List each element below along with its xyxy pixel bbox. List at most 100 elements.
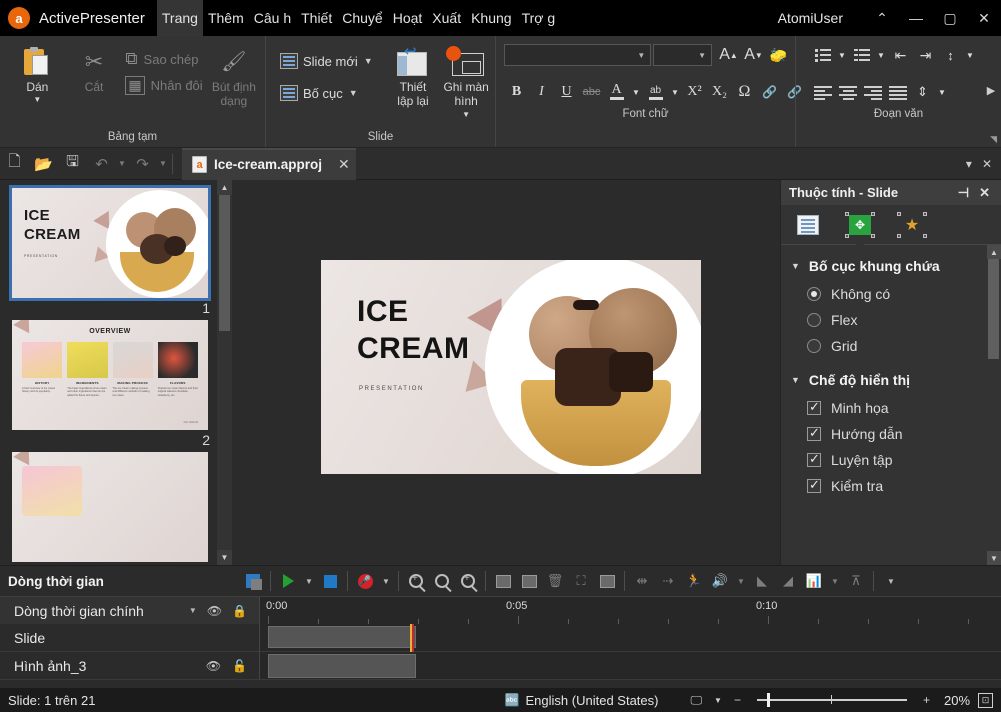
record-audio-button[interactable]: 🎤 — [352, 568, 378, 594]
delete-time-icon[interactable] — [516, 568, 542, 594]
canvas-title-text[interactable]: ICE CREAM — [357, 293, 470, 367]
menu-item-chuyen[interactable]: Chuyể — [337, 0, 387, 36]
numbered-list-dropdown-icon[interactable]: ▼ — [874, 43, 888, 68]
font-color-dropdown-icon[interactable]: ▼ — [629, 80, 643, 105]
collapse-triangle-icon[interactable]: ▼ — [791, 375, 800, 385]
lock-icon[interactable]: 🔒 — [232, 604, 259, 618]
checkbox-icon-checked[interactable] — [807, 451, 821, 467]
slide-thumbnail-3[interactable] — [12, 452, 208, 562]
fit-to-window-icon[interactable]: ⊡ — [978, 692, 993, 708]
font-name-dropdown-icon[interactable]: ▼ — [637, 51, 645, 60]
radio-option-grid[interactable]: Grid — [781, 333, 1001, 359]
fade-in-icon[interactable]: ◣ — [749, 568, 775, 594]
maximize-icon[interactable]: ▢ — [933, 0, 967, 36]
playhead-marker[interactable] — [410, 624, 414, 652]
timeline-ruler[interactable]: 0:00 0:05 0:10 — [260, 597, 1001, 624]
symbol-button[interactable]: Ω — [732, 80, 757, 105]
redo-dropdown-icon[interactable]: ▼ — [157, 151, 169, 177]
strikethrough-button[interactable]: abc — [579, 80, 604, 105]
slide-panel-scrollbar[interactable]: ▲ ▼ — [217, 180, 232, 565]
vertical-align-icon[interactable]: ⇕ — [910, 80, 935, 105]
slide-canvas[interactable]: ICE CREAM PRESENTATION — [321, 259, 701, 474]
radio-icon[interactable] — [807, 313, 821, 327]
radio-icon[interactable] — [807, 339, 821, 353]
menu-item-them[interactable]: Thêm — [203, 0, 249, 36]
grow-font-button[interactable]: A ▲ — [716, 43, 741, 68]
tab-size-and-position[interactable]: ✥ — [845, 211, 875, 247]
noise-reduction-icon[interactable]: ⊼ — [843, 568, 869, 594]
underline-button[interactable]: U — [554, 80, 579, 105]
canvas-ice-cream-image[interactable] — [485, 259, 701, 474]
pin-panel-icon[interactable]: ⊣ — [953, 185, 974, 201]
timeline-track[interactable] — [260, 652, 1001, 679]
scrollbar-thumb[interactable] — [219, 195, 230, 331]
zoom-in-icon[interactable]: + — [455, 568, 481, 594]
insert-link-icon[interactable]: 🔗 — [757, 80, 782, 105]
duplicate-button[interactable]: ▦ Nhân đôi — [121, 72, 206, 98]
slide-thumbnail-1[interactable]: ICE CREAM PRESENTATION — [9, 185, 211, 301]
line-spacing-dropdown-icon[interactable]: ▼ — [963, 43, 977, 68]
document-tab[interactable]: a Ice-cream.approj ✕ — [182, 147, 356, 180]
timeline-dropdown-icon[interactable]: ▼ — [189, 606, 207, 615]
volume-dropdown-icon[interactable]: ▼ — [733, 568, 749, 594]
spellcheck-icon[interactable]: 🔤 — [499, 693, 526, 707]
reset-button[interactable]: ↩ Thiết lập lại — [391, 40, 436, 108]
menu-item-thiet[interactable]: Thiết — [296, 0, 337, 36]
radio-option-khong-co[interactable]: Không có — [781, 281, 1001, 307]
highlight-button[interactable]: ab — [643, 80, 668, 105]
tab-slide-properties[interactable] — [793, 211, 823, 239]
timeline-track[interactable] — [260, 624, 1001, 652]
new-slide-button[interactable]: Slide mới ▼ — [276, 48, 377, 74]
timeline-clip-bar[interactable] — [268, 654, 416, 678]
undo-dropdown-icon[interactable]: ▼ — [116, 151, 128, 177]
timeline-row-image[interactable]: Hình ảnh_3 👁 🔓 — [0, 652, 1001, 680]
line-spacing-icon[interactable]: ↕ — [938, 43, 963, 68]
open-folder-icon[interactable]: 📂 — [29, 151, 58, 177]
cut-button[interactable]: ✂ Cắt — [69, 40, 120, 95]
checkbox-option-luyen-tap[interactable]: Luyện tập — [781, 447, 1001, 473]
view-mode-icon[interactable]: 🖵 — [684, 693, 708, 708]
slide-canvas-area[interactable]: ICE CREAM PRESENTATION — [232, 180, 780, 565]
checkbox-icon-checked[interactable] — [807, 425, 821, 441]
new-file-icon[interactable]: 🗋 — [0, 151, 29, 177]
scroll-down-icon[interactable]: ▼ — [217, 550, 232, 565]
normalize-icon[interactable]: 📊 — [801, 568, 827, 594]
slide-thumbnail-item[interactable] — [12, 452, 232, 562]
zoom-out-icon[interactable] — [429, 568, 455, 594]
unlock-icon[interactable]: 🔓 — [232, 659, 247, 673]
slide-thumbnail-panel[interactable]: ICE CREAM PRESENTATION 1 OVERVIEW HISTOR… — [0, 180, 232, 565]
scroll-down-icon[interactable]: ▼ — [987, 551, 1001, 565]
justify-button[interactable] — [885, 80, 910, 105]
menu-item-trang[interactable]: Trang — [156, 0, 203, 36]
fade-out-icon[interactable]: ◢ — [775, 568, 801, 594]
format-painter-button[interactable]: 🖌 Bút định dạng — [207, 40, 261, 108]
layout-dropdown-icon[interactable]: ▼ — [349, 88, 358, 98]
menu-item-khung[interactable]: Khung — [466, 0, 516, 36]
increase-indent-icon[interactable]: ⇥ — [913, 43, 938, 68]
align-right-button[interactable] — [860, 80, 885, 105]
delete-range-icon[interactable]: 🗑 — [542, 568, 568, 594]
clear-formatting-icon[interactable]: 🧽 — [766, 43, 791, 68]
slide-thumbnail-item[interactable]: OVERVIEW HISTORY A brief overview of ice… — [12, 320, 232, 448]
scroll-up-icon[interactable]: ▲ — [217, 180, 232, 195]
language-label[interactable]: English (United States) — [526, 693, 659, 708]
eye-visibility-icon[interactable]: 👁 — [207, 604, 232, 618]
document-tab-close-icon[interactable]: ✕ — [338, 156, 350, 173]
paste-dropdown-icon[interactable]: ▼ — [33, 96, 41, 104]
select-objects-icon[interactable] — [240, 568, 266, 594]
copy-button[interactable]: ⧉ Sao chép — [121, 46, 206, 72]
radio-icon-selected[interactable] — [807, 287, 821, 301]
normalize-dropdown-icon[interactable]: ▼ — [827, 568, 843, 594]
decrease-indent-icon[interactable]: ⇤ — [888, 43, 913, 68]
new-slide-dropdown-icon[interactable]: ▼ — [364, 56, 373, 66]
insert-time-icon[interactable] — [490, 568, 516, 594]
adjust-duration-icon[interactable]: ⇹ — [629, 568, 655, 594]
align-center-button[interactable] — [835, 80, 860, 105]
menu-item-hoat[interactable]: Hoạt — [388, 0, 428, 36]
panel-close-icon[interactable]: ✕ — [977, 157, 997, 171]
scroll-up-icon[interactable]: ▲ — [987, 245, 1001, 259]
menu-item-cauhoi[interactable]: Câu h — [249, 0, 296, 36]
paragraph-dialog-launcher-icon[interactable]: ◥ — [990, 134, 997, 145]
stop-button[interactable] — [317, 568, 343, 594]
close-icon[interactable]: ✕ — [967, 0, 1001, 36]
